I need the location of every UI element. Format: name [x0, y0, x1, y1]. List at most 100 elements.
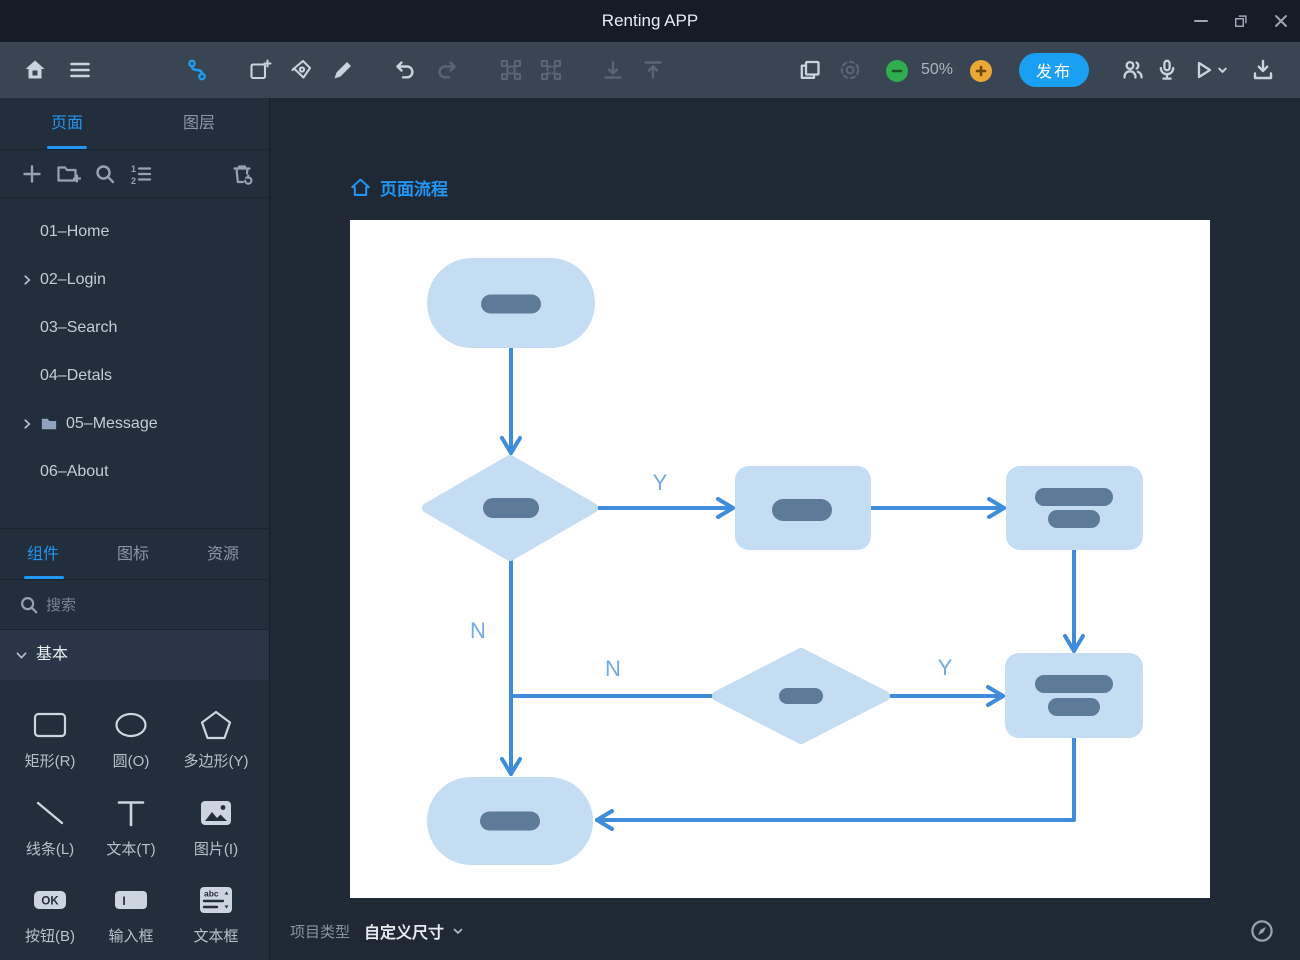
image-icon: [198, 795, 234, 831]
design-canvas[interactable]: YYNN: [350, 220, 1210, 898]
flow-edge-process-3-end[interactable]: [597, 738, 1074, 820]
tab-pages[interactable]: 页面: [32, 98, 102, 150]
send-to-bottom-button[interactable]: [599, 56, 627, 84]
flow-node-process-3[interactable]: [1005, 653, 1143, 738]
home-button[interactable]: [21, 56, 49, 84]
undo-button[interactable]: [391, 56, 419, 84]
svg-text:I: I: [122, 894, 125, 908]
flow-tool-button[interactable]: [183, 56, 211, 84]
chevron-right-icon[interactable]: [20, 417, 34, 431]
component-text[interactable]: 文本(T): [86, 794, 176, 859]
home-icon: [22, 57, 48, 83]
bring-to-top-button[interactable]: [639, 56, 667, 84]
duplicate-page-button[interactable]: [796, 56, 824, 84]
component-search-input[interactable]: [46, 580, 246, 630]
component-image[interactable]: 图片(I): [171, 794, 261, 859]
canvas-title[interactable]: 页面流程: [380, 175, 448, 200]
statusbar: 项目类型 自定义尺寸: [270, 902, 1300, 960]
sort-pages-button[interactable]: 1 2: [128, 162, 152, 186]
chevron-down-icon: [1217, 65, 1228, 76]
close-icon: [1273, 13, 1289, 29]
chevron-right-icon[interactable]: [20, 273, 34, 287]
component-textarea[interactable]: abc 文本框: [171, 881, 261, 946]
compass-icon[interactable]: [1249, 918, 1275, 944]
component-rectangle[interactable]: 矩形(R): [5, 706, 95, 771]
page-list-item[interactable]: 03–Search: [0, 304, 269, 352]
add-folder-button[interactable]: [55, 162, 79, 186]
ungroup-button[interactable]: [537, 56, 565, 84]
app-window: { "window": { "title": "Renting APP" }, …: [0, 0, 1300, 960]
minus-icon: [890, 64, 904, 78]
main-menu-button[interactable]: [66, 56, 94, 84]
flow-node-text-pill: [1048, 698, 1100, 716]
preview-button[interactable]: [1189, 56, 1229, 84]
pen-tool-button[interactable]: [288, 56, 316, 84]
page-list-item[interactable]: 04–Detals: [0, 352, 269, 400]
component-label: 文本框: [171, 925, 261, 946]
flow-node-process-2[interactable]: [1006, 466, 1143, 550]
project-type-label: 项目类型: [290, 921, 350, 942]
trash-button[interactable]: [230, 162, 254, 186]
redo-button[interactable]: [433, 56, 461, 84]
chevron-down-icon: [15, 649, 28, 662]
pencil-tool-button[interactable]: [329, 56, 357, 84]
add-page-button[interactable]: [20, 162, 44, 186]
microphone-icon: [1154, 57, 1180, 83]
component-label: 图片(I): [171, 838, 261, 859]
group-button[interactable]: [497, 56, 525, 84]
voice-button[interactable]: [1153, 56, 1181, 84]
page-label: 05–Message: [66, 415, 158, 432]
zoom-in-button[interactable]: [970, 60, 992, 82]
component-ellipse[interactable]: 圆(O): [86, 706, 176, 771]
component-label: 多边形(Y): [171, 750, 261, 771]
home-icon: [350, 177, 371, 198]
component-button[interactable]: OK 按钮(B): [5, 881, 95, 946]
publish-button[interactable]: 发布: [1019, 53, 1089, 87]
export-button[interactable]: [1249, 56, 1277, 84]
page-list-item[interactable]: 06–About: [0, 448, 269, 496]
new-frame-button[interactable]: [246, 56, 274, 84]
chevron-down-icon[interactable]: [452, 925, 464, 937]
zoom-out-button[interactable]: [886, 60, 908, 82]
window-title: Renting APP: [0, 0, 1300, 42]
tab-resources[interactable]: 资源: [188, 529, 258, 581]
zoom-level[interactable]: 50%: [914, 42, 960, 98]
plus-icon: [974, 64, 988, 78]
toolbar: 50% 发布: [0, 42, 1300, 98]
flow-node-text-pill: [772, 499, 832, 521]
tab-components[interactable]: 组件: [8, 529, 78, 581]
page-list-item[interactable]: 02–Login: [0, 256, 269, 304]
component-polygon[interactable]: 多边形(Y): [171, 706, 261, 771]
flow-node-text-pill: [480, 812, 540, 831]
page-label: 06–About: [40, 463, 109, 480]
project-type-value[interactable]: 自定义尺寸: [364, 919, 444, 943]
button-icon: OK: [32, 882, 68, 918]
play-icon: [1190, 57, 1216, 83]
svg-text:OK: OK: [41, 896, 59, 908]
pencil-icon: [330, 57, 356, 83]
rectangle-icon: [32, 707, 68, 743]
focus-target-button[interactable]: [836, 56, 864, 84]
pages-toolbar: 1 2: [0, 150, 269, 198]
input-icon: I: [113, 882, 149, 918]
page-list-item[interactable]: 01–Home: [0, 208, 269, 256]
minimize-button[interactable]: [1186, 7, 1216, 35]
tab-layers[interactable]: 图层: [164, 98, 234, 150]
flow-node-text-pill: [1035, 675, 1113, 693]
close-button[interactable]: [1266, 7, 1296, 35]
component-input[interactable]: I 输入框: [86, 881, 176, 946]
collaborators-button[interactable]: [1119, 56, 1147, 84]
search-pages-button[interactable]: [93, 162, 117, 186]
section-header-basic[interactable]: 基本: [0, 630, 269, 680]
page-label: 03–Search: [40, 319, 117, 336]
page-list-item[interactable]: 05–Message: [0, 400, 269, 448]
restore-button[interactable]: [1226, 7, 1256, 35]
component-search-row: [0, 580, 269, 630]
trash-recycle-icon: [230, 162, 256, 186]
component-line[interactable]: 线条(L): [5, 794, 95, 859]
flow-branch-label: Y: [938, 655, 953, 680]
component-label: 矩形(R): [5, 750, 95, 771]
components-panel-tabs: 组件 图标 资源: [0, 528, 269, 580]
tab-icons[interactable]: 图标: [98, 529, 168, 581]
flow-branch-label: N: [605, 656, 621, 681]
